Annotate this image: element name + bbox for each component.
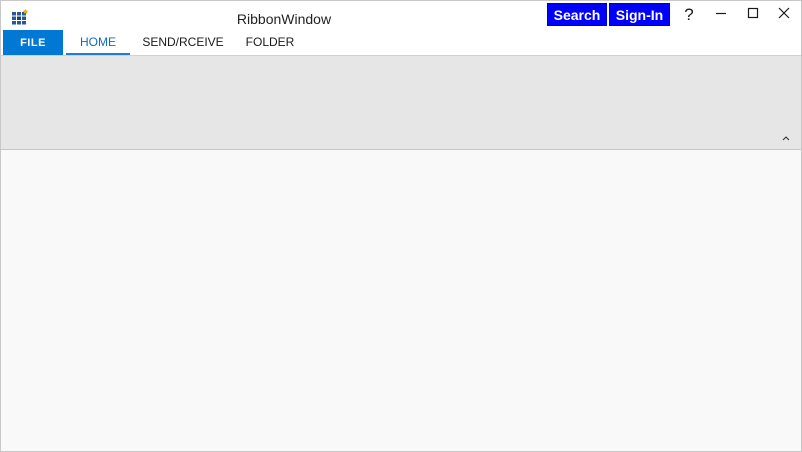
maximize-button[interactable]	[737, 1, 769, 29]
minimize-icon	[715, 6, 727, 24]
ribbon-window: RibbonWindow Search Sign-In ? FILE HOME	[0, 0, 802, 452]
close-icon	[778, 6, 790, 24]
help-button[interactable]: ?	[673, 1, 705, 29]
sign-in-button[interactable]: Sign-In	[609, 3, 670, 26]
collapse-ribbon-button[interactable]	[779, 131, 793, 145]
close-button[interactable]	[768, 1, 800, 29]
window-title: RibbonWindow	[236, 11, 332, 27]
title-bar: RibbonWindow Search Sign-In ?	[1, 1, 801, 30]
tab-folder[interactable]: FOLDER	[239, 30, 301, 55]
minimize-button[interactable]	[705, 1, 737, 29]
maximize-icon	[747, 6, 759, 24]
chevron-up-icon	[781, 129, 791, 147]
search-button[interactable]: Search	[547, 3, 607, 26]
content-area	[1, 150, 801, 451]
tab-home[interactable]: HOME	[66, 30, 130, 55]
ribbon-tab-strip: FILE HOME SEND/RCEIVE FOLDER	[1, 30, 801, 55]
tab-send-receive[interactable]: SEND/RCEIVE	[141, 30, 225, 55]
ribbon-panel	[1, 55, 801, 150]
file-tab[interactable]: FILE	[3, 30, 63, 55]
